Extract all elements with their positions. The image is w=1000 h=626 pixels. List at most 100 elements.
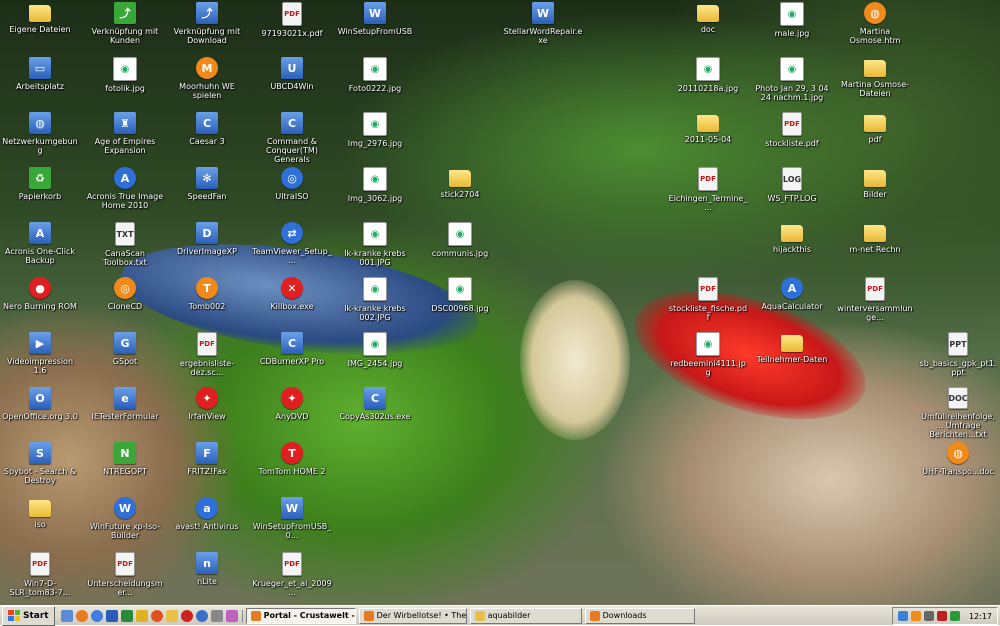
update-tray-icon[interactable] — [949, 611, 960, 621]
desktop-icon[interactable]: ◎ UltraISO — [252, 167, 332, 219]
paint-icon[interactable] — [225, 609, 238, 622]
desktop-icon[interactable]: ◉ communis.jpg — [420, 222, 500, 274]
network-tray-icon[interactable] — [897, 611, 908, 621]
desktop-icon[interactable]: a avast! Antivirus — [167, 497, 247, 549]
desktop-icon[interactable]: pdf — [835, 112, 915, 164]
word-icon[interactable] — [105, 609, 118, 622]
desktop-icon[interactable]: ◉ Foto0222.jpg — [335, 57, 415, 109]
desktop-icon[interactable]: O OpenOffice.org 3.0 — [0, 387, 80, 439]
desktop-icon[interactable]: ♜ Age of Empires Expansion — [85, 112, 165, 164]
explorer-icon[interactable] — [165, 609, 178, 622]
desktop-icon[interactable]: LOG WS_FTP.LOG — [752, 167, 832, 219]
desktop-icon[interactable]: W WinSetupFromUSB_0... — [252, 497, 332, 549]
desktop-icon[interactable]: ◍ Netzwerkumgebung — [0, 112, 80, 164]
desktop-icon[interactable]: ◎ CloneCD — [85, 277, 165, 329]
desktop-icon[interactable]: W StellarWordRepair.exe — [503, 2, 583, 54]
taskbar-button[interactable]: Portal - Crustawelt - ... — [245, 607, 356, 624]
desktop-icon[interactable]: C Caesar 3 — [167, 112, 247, 164]
desktop-icon[interactable]: ◉ fotolik.jpg — [85, 57, 165, 109]
desktop-icon[interactable]: C Command & Conquer(TM) Generals — [252, 112, 332, 164]
opera-icon[interactable] — [180, 609, 193, 622]
desktop-icon[interactable]: ♻ Papierkorb — [0, 167, 80, 219]
desktop-icon[interactable]: Martina Osmose-Dateien — [835, 57, 915, 109]
desktop-icon[interactable]: PDF Krueger_et_al_2009... — [252, 552, 332, 604]
desktop-icon[interactable]: TXT CanaScan Toolbox.txt — [85, 222, 165, 274]
desktop-icon[interactable]: PDF stockliste.pdf — [752, 112, 832, 164]
clock[interactable]: 12:17 — [969, 612, 992, 621]
desktop-icon[interactable]: A AquaCalculator — [752, 277, 832, 329]
taskbar-button[interactable]: Downloads — [584, 607, 695, 624]
desktop-icon[interactable]: ◉ lk-kranke krebs 002.JPG — [335, 277, 415, 329]
desktop-icon[interactable]: m-net Rechn — [835, 222, 915, 274]
desktop-icon[interactable]: ◉ 20110218a.jpg — [668, 57, 748, 109]
desktop-icon[interactable]: n nLite — [167, 552, 247, 604]
desktop-icon[interactable]: PDF ergebnisliste-dez.sc... — [167, 332, 247, 384]
show-desktop-icon[interactable] — [60, 609, 73, 622]
desktop-icon[interactable]: ◉ IMG_2454.jpg — [335, 332, 415, 384]
desktop-icon[interactable]: PDF stockliste_fische.pdf — [668, 277, 748, 329]
desktop-icon[interactable]: W WinSetupFromUSB — [335, 2, 415, 54]
firefox-icon[interactable] — [75, 609, 88, 622]
desktop-icon[interactable]: hijackthis — [752, 222, 832, 274]
desktop-icon[interactable]: ◉ Photo Jan 29, 3 04 24 nachm.1.jpg — [752, 57, 832, 109]
desktop-icon[interactable]: PPT sb_basics_gpk_pt1.ppt — [918, 332, 998, 384]
desktop-icon[interactable]: T TomTom HOME 2 — [252, 442, 332, 494]
calculator-icon[interactable] — [210, 609, 223, 622]
desktop-icon[interactable]: G GSpot — [85, 332, 165, 384]
desktop-icon[interactable]: PDF 97193021x.pdf — [252, 2, 332, 54]
desktop-icon[interactable]: W WinFuture xp-Iso-Builder — [85, 497, 165, 549]
desktop-icon[interactable]: iso — [0, 497, 80, 549]
desktop-icon[interactable]: A Acronis One-Click Backup — [0, 222, 80, 274]
volume-tray-icon[interactable] — [923, 611, 934, 621]
desktop-icon[interactable]: ◍ UHF-Transpo...doc — [918, 442, 998, 494]
desktop-icon[interactable]: M Moorhuhn WE spielen — [167, 57, 247, 109]
desktop-icon[interactable]: ◉ male.jpg — [752, 2, 832, 54]
desktop-icon[interactable]: ▭ Arbeitsplatz — [0, 57, 80, 109]
desktop-icon[interactable]: C CDBurnerXP Pro — [252, 332, 332, 384]
desktop-icon[interactable]: A Acronis True Image Home 2010 — [85, 167, 165, 219]
desktop-icon[interactable]: doc — [668, 2, 748, 54]
outlook-icon[interactable] — [135, 609, 148, 622]
desktop-icon[interactable]: Bilder — [835, 167, 915, 219]
desktop-icon[interactable]: ◉ lk-kranke krebs 001.JPG — [335, 222, 415, 274]
taskbar-button[interactable]: Der Wirbellotse! • Them... — [358, 607, 467, 624]
start-button[interactable]: Start — [2, 605, 55, 626]
taskbar-button[interactable]: aquabilder — [469, 607, 582, 624]
desktop-icon[interactable]: ✦ AnyDVD — [252, 387, 332, 439]
desktop-icon[interactable]: Eigene Dateien — [0, 2, 80, 54]
desktop-icon[interactable]: ⇄ TeamViewer_Setup_... — [252, 222, 332, 274]
desktop-icon[interactable]: D DriverImageXP — [167, 222, 247, 274]
desktop-icon[interactable]: stick2704 — [420, 167, 500, 219]
ie-icon[interactable] — [90, 609, 103, 622]
desktop-icon[interactable]: S Spybot - Search & Destroy — [0, 442, 80, 494]
desktop-icon[interactable]: PDF winterversammlunge... — [835, 277, 915, 329]
desktop-icon[interactable]: ⤴ Verknüpfung mit Download — [167, 2, 247, 54]
desktop-icon[interactable]: ✦ IrfanView — [167, 387, 247, 439]
desktop-icon[interactable]: ▶ Videoimpression 1.6 — [0, 332, 80, 384]
desktop-icon[interactable]: U UBCD4Win — [252, 57, 332, 109]
desktop-icon[interactable]: e IETesterFormular — [85, 387, 165, 439]
desktop-icon[interactable]: PDF Elchingen_Termine_... — [668, 167, 748, 219]
excel-icon[interactable] — [120, 609, 133, 622]
desktop-icon[interactable]: PDF Unterscheidungsmer... — [85, 552, 165, 604]
desktop-icon[interactable]: ● Nero Burning ROM — [0, 277, 80, 329]
desktop-icon[interactable]: ✻ SpeedFan — [167, 167, 247, 219]
desktop-icon[interactable]: ◉ redbeemini4111.jpg — [668, 332, 748, 384]
desktop-icon[interactable]: ◉ DSC00968.jpg — [420, 277, 500, 329]
desktop-icon[interactable]: F FRITZ!Fax — [167, 442, 247, 494]
desktop-icon[interactable]: ◍ Martina Osmose.htm — [835, 2, 915, 54]
desktop-icon[interactable]: ◉ Img_3062.jpg — [335, 167, 415, 219]
desktop-icon[interactable]: ◉ Img_2976.jpg — [335, 112, 415, 164]
desktop-icon[interactable]: DOC Umfüllreihenfolge, ... Umfrage Berich… — [918, 387, 998, 439]
antivirus-tray-icon[interactable] — [910, 611, 921, 621]
desktop-icon[interactable]: Teilnehmer-Daten — [752, 332, 832, 384]
thunderbird-icon[interactable] — [195, 609, 208, 622]
media-player-icon[interactable] — [150, 609, 163, 622]
desktop-icon[interactable]: PDF Win7-D-SLR_tom83-7... — [0, 552, 80, 604]
desktop-icon[interactable]: T Tomb002 — [167, 277, 247, 329]
desktop-icon[interactable]: 2011-05-04 — [668, 112, 748, 164]
shield-tray-icon[interactable] — [936, 611, 947, 621]
desktop-icon[interactable]: ⤴ Verknüpfung mit Kunden — [85, 2, 165, 54]
desktop-icon[interactable]: N NTREGOPT — [85, 442, 165, 494]
desktop-icon[interactable]: ✕ Killbox.exe — [252, 277, 332, 329]
